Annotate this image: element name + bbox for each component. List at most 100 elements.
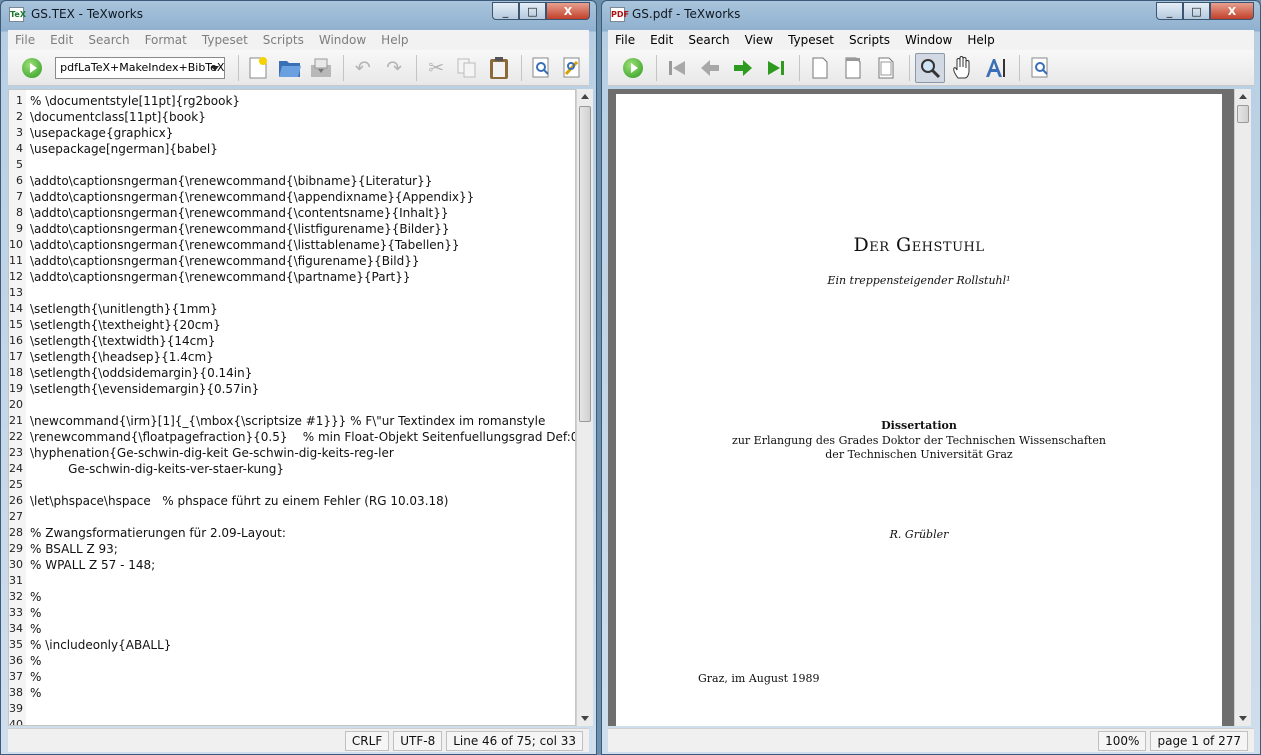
menu-search[interactable]: Search — [687, 33, 730, 47]
source-line[interactable]: 2 \documentclass[11pt]{book} — [9, 109, 575, 125]
menu-file[interactable]: File — [14, 33, 36, 47]
zoom-level-indicator[interactable]: 100% — [1098, 730, 1147, 751]
previous-page-button[interactable] — [695, 53, 725, 83]
source-line[interactable]: 34% — [9, 621, 575, 637]
source-line[interactable]: 19 \setlength{\evensidemargin}{0.57in} — [9, 381, 575, 397]
source-line[interactable]: 17 \setlength{\headsep}{1.4cm} — [9, 349, 575, 365]
save-button[interactable] — [307, 53, 335, 83]
source-line[interactable]: 6 \addto\captionsngerman{\renewcommand{\b… — [9, 173, 575, 189]
next-page-button[interactable] — [728, 53, 758, 83]
cut-button[interactable]: ✂ — [422, 53, 450, 83]
source-line[interactable]: 1 % \documentstyle[11pt]{rg2book} — [9, 93, 575, 109]
source-line[interactable]: 28 % Zwangsformatierungen für 2.09-Layout… — [9, 525, 575, 541]
pdf-viewport[interactable]: Der Gehstuhl Ein treppensteigender Rolls… — [608, 89, 1234, 726]
editor-titlebar[interactable]: TeX GS.TEX - TeXworks _ □ X — [1, 1, 596, 29]
menu-window[interactable]: Window — [318, 33, 367, 47]
source-line[interactable]: 4 \usepackage[ngerman]{babel} — [9, 141, 575, 157]
replace-button[interactable] — [558, 53, 586, 83]
open-button[interactable] — [276, 53, 304, 83]
source-line[interactable]: 37% — [9, 669, 575, 685]
source-line[interactable]: 10 \addto\captionsngerman{\renewcommand{\… — [9, 237, 575, 253]
undo-button[interactable]: ↶ — [349, 53, 377, 83]
minimize-button[interactable]: _ — [1156, 2, 1183, 20]
typeset-button[interactable] — [618, 53, 648, 83]
copy-button[interactable] — [453, 53, 481, 83]
menu-edit[interactable]: Edit — [49, 33, 74, 47]
menu-format[interactable]: Format — [144, 33, 188, 47]
menu-scripts[interactable]: Scripts — [848, 33, 891, 47]
source-line[interactable]: 38% — [9, 685, 575, 701]
source-line[interactable]: 7 \addto\captionsngerman{\renewcommand{\a… — [9, 189, 575, 205]
source-line[interactable]: 21 \newcommand{\irm}[1]{_{\mbox{\scriptsi… — [9, 413, 575, 429]
menu-typeset[interactable]: Typeset — [787, 33, 835, 47]
source-line[interactable]: 33% — [9, 605, 575, 621]
source-line[interactable]: 20 — [9, 397, 575, 413]
magnify-tool-button[interactable] — [915, 52, 945, 83]
menu-typeset[interactable]: Typeset — [201, 33, 249, 47]
source-line[interactable]: 36% — [9, 653, 575, 669]
source-line[interactable]: 25 — [9, 477, 575, 493]
editor-scrollbar[interactable] — [576, 89, 593, 726]
source-editor[interactable]: 1 % \documentstyle[11pt]{rg2book} 2 \docume… — [8, 89, 576, 726]
source-line[interactable]: 26 \let\phspace\hspace % phspace führt zu… — [9, 493, 575, 509]
source-line[interactable]: 3 \usepackage{graphicx} — [9, 125, 575, 141]
fit-width-button[interactable] — [838, 53, 868, 83]
close-button[interactable]: X — [1210, 2, 1254, 20]
source-line[interactable]: 35 % \includeonly{ABALL} — [9, 637, 575, 653]
menu-window[interactable]: Window — [904, 33, 953, 47]
menu-edit[interactable]: Edit — [649, 33, 674, 47]
menu-search[interactable]: Search — [87, 33, 130, 47]
source-line[interactable]: 9 \addto\captionsngerman{\renewcommand{\l… — [9, 221, 575, 237]
menu-scripts[interactable]: Scripts — [262, 33, 305, 47]
editor-scrollbar-thumb[interactable] — [579, 106, 591, 422]
select-text-tool-button[interactable] — [981, 53, 1011, 83]
source-line[interactable]: 16 \setlength{\textwidth}{14cm} — [9, 333, 575, 349]
source-line[interactable]: 18 \setlength{\oddsidemargin}{0.14in} — [9, 365, 575, 381]
maximize-button[interactable]: □ — [519, 2, 546, 20]
menu-view[interactable]: View — [744, 33, 774, 47]
source-line[interactable]: 39 — [9, 701, 575, 717]
source-line[interactable]: 5 — [9, 157, 575, 173]
source-line[interactable]: 24 Ge-schwin-dig-keits-ver-staer-kung} — [9, 461, 575, 477]
first-page-button[interactable] — [662, 53, 692, 83]
last-page-button[interactable] — [761, 53, 791, 83]
source-line[interactable]: 12 \addto\captionsngerman{\renewcommand{\… — [9, 269, 575, 285]
pdf-scrollbar[interactable] — [1234, 89, 1251, 726]
source-line[interactable]: 40 — [9, 717, 575, 725]
fit-window-button[interactable] — [871, 53, 901, 83]
source-line[interactable]: 31 — [9, 573, 575, 589]
source-line[interactable]: 32% — [9, 589, 575, 605]
source-line[interactable]: 30 % WPALL Z 57 - 148; — [9, 557, 575, 573]
source-line[interactable]: 8 \addto\captionsngerman{\renewcommand{\c… — [9, 205, 575, 221]
actual-size-button[interactable] — [805, 53, 835, 83]
line-ending-indicator[interactable]: CRLF — [344, 730, 390, 751]
source-line[interactable]: 15 \setlength{\textheight}{20cm} — [9, 317, 575, 333]
scroll-tool-button[interactable] — [948, 53, 978, 83]
encoding-indicator[interactable]: UTF-8 — [393, 730, 443, 751]
maximize-button[interactable]: □ — [1183, 2, 1210, 20]
source-line[interactable]: 29 % BSALL Z 93; — [9, 541, 575, 557]
source-line[interactable]: 13 — [9, 285, 575, 301]
pdf-page[interactable]: Der Gehstuhl Ein treppensteigender Rolls… — [616, 94, 1222, 726]
source-line[interactable]: 22 \renewcommand{\floatpagefraction}{0.5}… — [9, 429, 575, 445]
page-indicator[interactable]: page 1 of 277 — [1150, 730, 1248, 751]
menu-help[interactable]: Help — [380, 33, 409, 47]
menu-file[interactable]: File — [614, 33, 636, 47]
paste-button[interactable] — [484, 53, 512, 83]
find-button[interactable] — [1025, 53, 1055, 83]
source-line[interactable]: 27 — [9, 509, 575, 525]
pdf-scrollbar-thumb[interactable] — [1237, 105, 1249, 123]
menu-help[interactable]: Help — [966, 33, 995, 47]
source-line[interactable]: 23 \hyphenation{Ge-schwin-dig-keit Ge-sch… — [9, 445, 575, 461]
source-line[interactable]: 14 \setlength{\unitlength}{1mm} — [9, 301, 575, 317]
pdf-titlebar[interactable]: PDF GS.pdf - TeXworks _ □ X — [602, 1, 1260, 29]
typeset-engine-select[interactable]: pdfLaTeX+MakeIndex+BibTeX — [55, 56, 226, 79]
source-line[interactable]: 11 \addto\captionsngerman{\renewcommand{\… — [9, 253, 575, 269]
redo-button[interactable]: ↷ — [380, 53, 408, 83]
close-button[interactable]: X — [546, 2, 590, 20]
typeset-button[interactable] — [18, 53, 46, 83]
cursor-position-indicator[interactable]: Line 46 of 75; col 33 — [446, 730, 583, 751]
find-button[interactable] — [527, 53, 555, 83]
new-document-button[interactable] — [244, 53, 272, 83]
minimize-button[interactable]: _ — [492, 2, 519, 20]
